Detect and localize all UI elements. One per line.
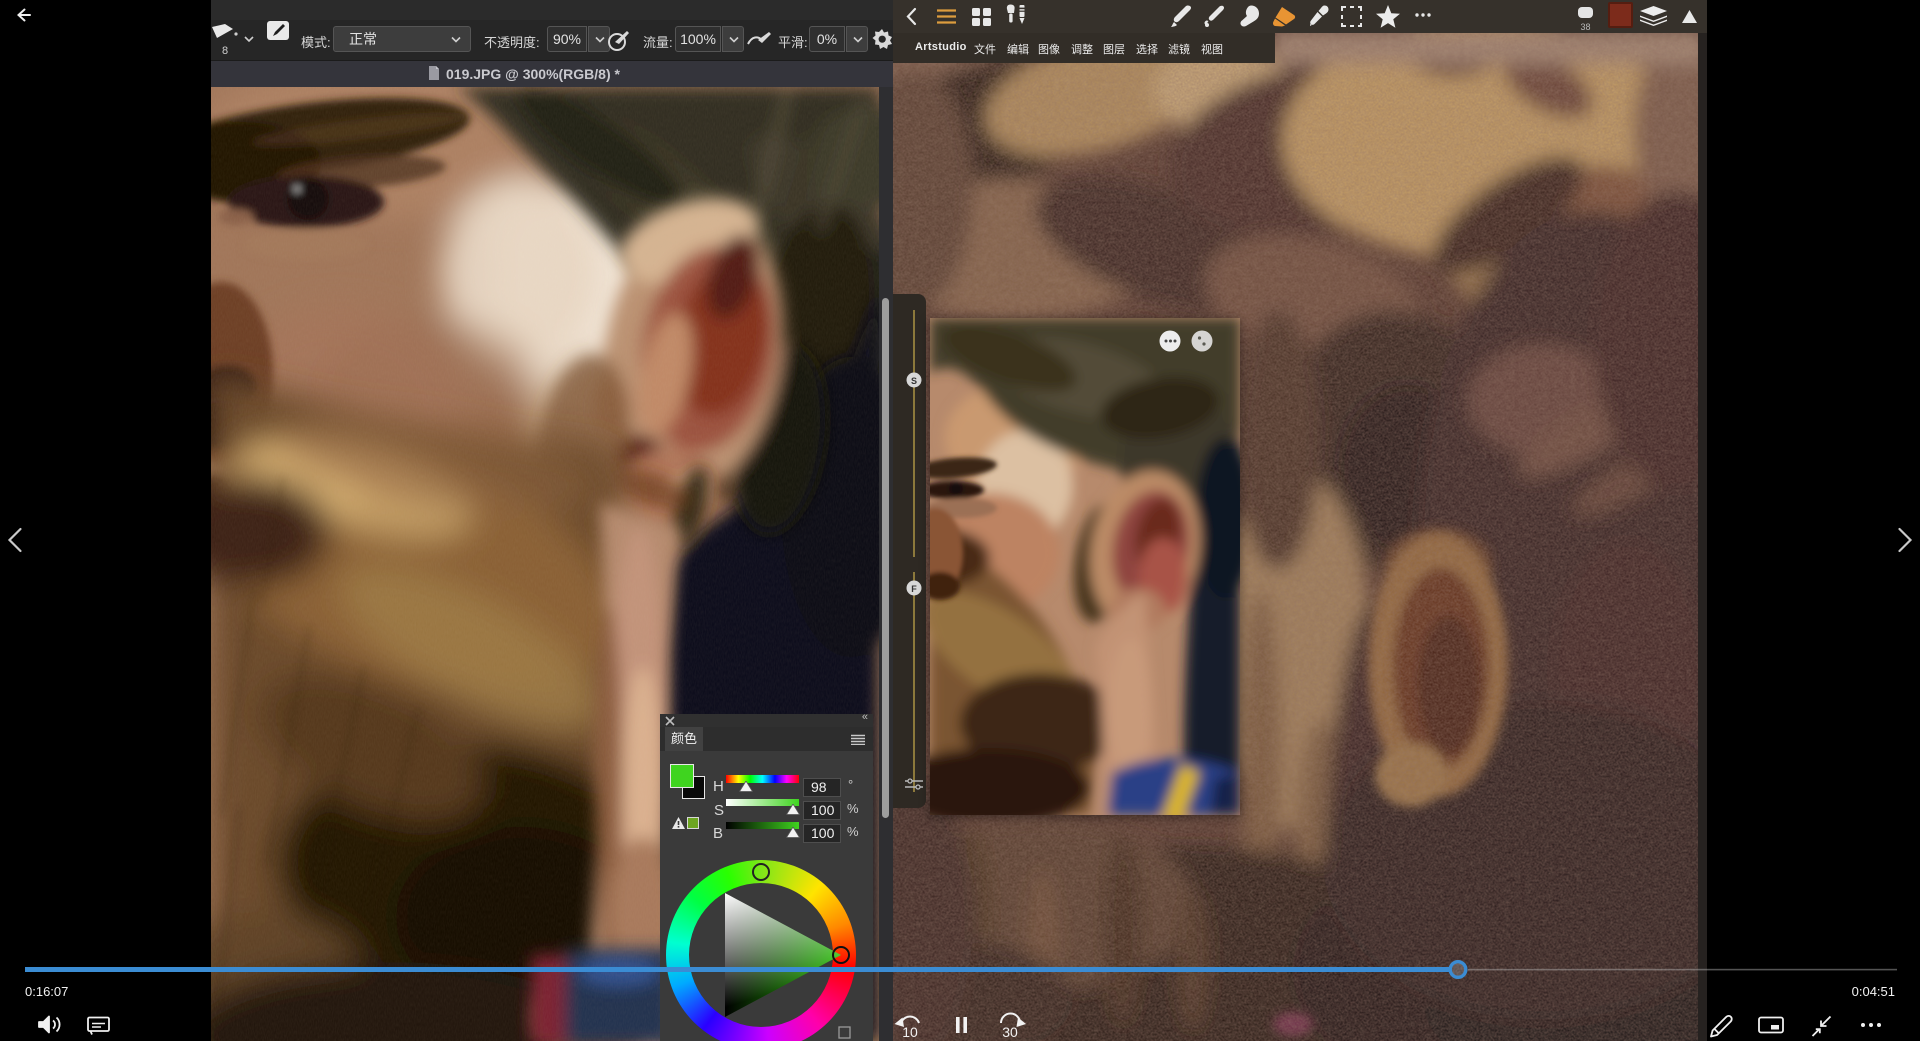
svg-text:8: 8 bbox=[222, 45, 228, 57]
svg-text:F: F bbox=[911, 584, 917, 594]
svg-text:S: S bbox=[911, 376, 917, 386]
svg-text:0:16:07: 0:16:07 bbox=[25, 984, 68, 999]
svg-text:0:04:51: 0:04:51 bbox=[1852, 984, 1895, 999]
